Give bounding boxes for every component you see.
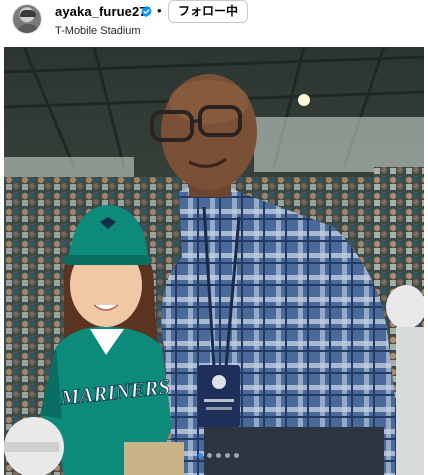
location-link[interactable]: T-Mobile Stadium — [55, 25, 141, 37]
carousel-dot-3[interactable] — [215, 453, 221, 458]
carousel-dot-5[interactable] — [233, 453, 239, 458]
carousel-indicator — [4, 453, 424, 461]
photo-illustration: MARINERS — [4, 47, 424, 475]
username-link[interactable]: ayaka_furue27 — [55, 4, 147, 19]
separator-dot: • — [157, 3, 162, 18]
carousel-dot-1[interactable] — [197, 453, 203, 458]
carousel-dot-2[interactable] — [206, 453, 212, 458]
post-photo[interactable]: MARINERS — [4, 47, 424, 475]
following-button[interactable]: フォロー中 — [168, 0, 249, 23]
avatar-cap-shape — [20, 10, 36, 17]
verified-badge-icon — [141, 5, 152, 18]
avatar[interactable] — [12, 4, 42, 34]
carousel-dot-4[interactable] — [224, 453, 230, 458]
avatar-body-shape — [17, 24, 39, 33]
post-header: ayaka_furue27 • フォロー中 T-Mobile Stadium — [0, 0, 428, 47]
